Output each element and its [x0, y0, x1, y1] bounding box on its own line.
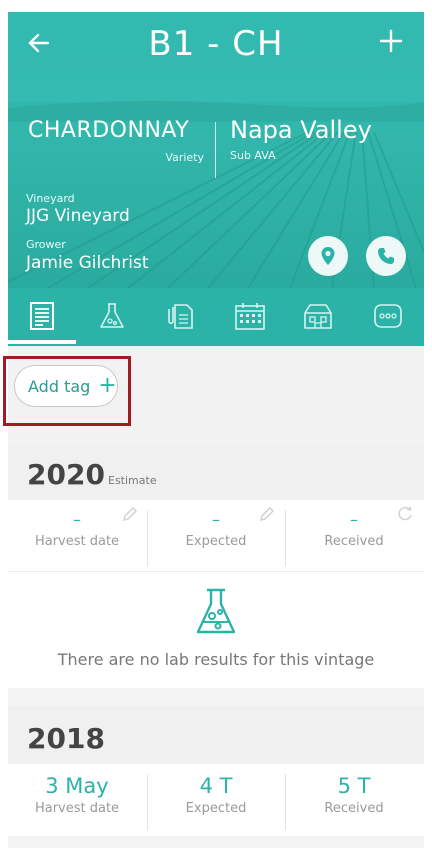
variety-name: CHARDONNAY	[28, 118, 190, 143]
vineyard-name: JJG Vineyard	[26, 206, 130, 226]
sub-ava-label: Sub AVA	[230, 149, 276, 162]
vintage-2018-stats: 3 May Harvest date 4 T Expected 5 T Rece…	[8, 764, 424, 836]
sub-ava-name: Napa Valley	[230, 116, 372, 144]
vintage-year: 2018	[27, 722, 105, 755]
paperclip-file-icon	[168, 304, 193, 329]
stat-value: 5 T	[337, 774, 371, 798]
location-button[interactable]	[308, 236, 348, 276]
stat-label: Expected	[185, 801, 247, 816]
stat-received[interactable]: 5 T Received	[285, 764, 423, 836]
stat-label: Harvest date	[34, 801, 120, 816]
stat-label: Expected	[185, 534, 247, 549]
vineyard-label: Vineyard	[26, 192, 75, 205]
flask-icon	[196, 588, 236, 634]
tab-lab[interactable]	[92, 296, 132, 336]
more-icon	[374, 304, 402, 328]
lab-results-empty-state: There are no lab results for this vintag…	[8, 572, 424, 688]
tab-winery[interactable]	[298, 296, 338, 336]
stat-label: Harvest date	[34, 534, 120, 549]
tab-attachments[interactable]	[160, 296, 200, 336]
tab-overview[interactable]	[22, 296, 62, 336]
highlight-annotation	[3, 356, 131, 426]
map-pin-icon	[321, 247, 335, 265]
top-bar: B1 - CH	[8, 12, 424, 84]
grower-label: Grower	[26, 238, 66, 251]
vintage-year: 2020	[27, 458, 105, 491]
tab-calendar[interactable]	[230, 296, 270, 336]
stat-expected[interactable]: 4 T Expected	[147, 764, 285, 836]
active-tab-indicator	[8, 340, 76, 344]
refresh-icon[interactable]	[395, 504, 415, 524]
stat-value: 4 T	[199, 774, 233, 798]
section-tab-bar	[8, 288, 424, 346]
grower-name: Jamie Gilchrist	[26, 253, 149, 273]
calendar-icon	[235, 303, 265, 330]
empty-lab-message: There are no lab results for this vintag…	[57, 650, 375, 669]
add-button[interactable]	[378, 28, 408, 58]
vineyard-hero: B1 - CH CHARDONNAY Variety Napa Valley S…	[8, 12, 424, 288]
building-icon	[304, 304, 332, 329]
document-icon	[30, 302, 54, 330]
page-title: B1 - CH	[148, 24, 284, 64]
stat-value: 3 May	[45, 774, 109, 798]
phone-icon	[378, 248, 394, 264]
pencil-icon[interactable]	[257, 504, 277, 524]
stat-label: Received	[324, 534, 384, 549]
stat-harvest-date[interactable]: – Harvest date	[8, 500, 146, 571]
call-button[interactable]	[366, 236, 406, 276]
vintage-2018-header: 2018	[8, 706, 424, 764]
vintage-2020-stats: – Harvest date – Expected – Received	[8, 500, 424, 572]
plus-icon	[379, 29, 403, 53]
flask-icon	[100, 303, 124, 328]
header-divider	[215, 122, 216, 178]
stat-harvest-date[interactable]: 3 May Harvest date	[8, 764, 146, 836]
stat-expected[interactable]: – Expected	[147, 500, 285, 571]
vintage-tag: Estimate	[108, 474, 157, 487]
stat-label: Received	[324, 801, 384, 816]
vintage-2020-header: 2020 Estimate	[8, 446, 424, 500]
tab-more[interactable]	[368, 296, 408, 336]
pencil-icon[interactable]	[120, 504, 140, 524]
variety-label: Variety	[165, 151, 204, 164]
stat-received[interactable]: – Received	[285, 500, 423, 571]
